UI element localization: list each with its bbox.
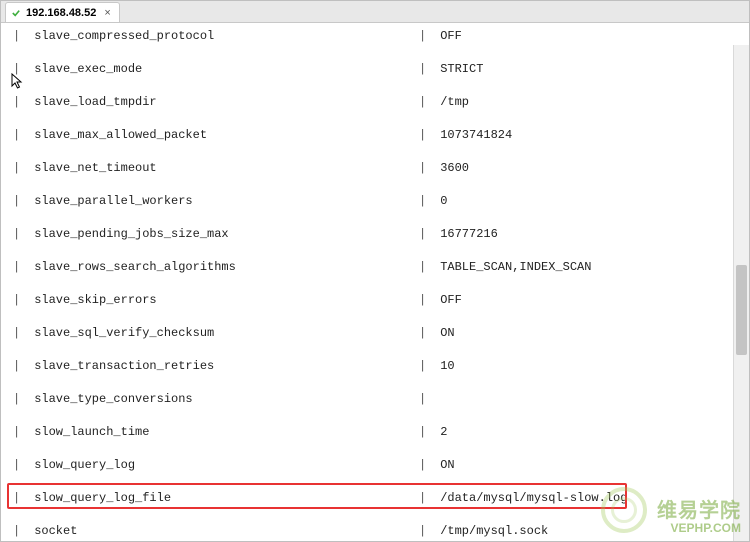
variable-value: 2 <box>433 425 729 439</box>
row-pipe-mid: | <box>419 458 433 472</box>
row-pipe-left: | <box>13 293 27 307</box>
row-pipe-left: | <box>13 260 27 274</box>
variable-row: | slave_compressed_protocol| OFF <box>13 29 729 62</box>
variable-name: slave_parallel_workers <box>27 194 419 208</box>
row-pipe-left: | <box>13 425 27 439</box>
row-pipe-left: | <box>13 227 27 241</box>
row-pipe-left: | <box>13 29 27 43</box>
variable-value: 1073741824 <box>433 128 729 142</box>
row-pipe-left: | <box>13 161 27 175</box>
row-pipe-mid: | <box>419 260 433 274</box>
variable-value: 3600 <box>433 161 729 175</box>
row-pipe-mid: | <box>419 128 433 142</box>
variable-value: 10 <box>433 359 729 373</box>
variable-row: | slave_net_timeout| 3600 <box>13 161 729 194</box>
tab-active[interactable]: 192.168.48.52 × <box>5 2 120 22</box>
variable-value: ON <box>433 458 729 472</box>
variable-name: slow_query_log_file <box>27 491 419 505</box>
variable-name: slave_compressed_protocol <box>27 29 419 43</box>
row-pipe-mid: | <box>419 491 433 505</box>
row-pipe-left: | <box>13 491 27 505</box>
vertical-scrollbar[interactable] <box>733 45 749 541</box>
variable-name: slave_transaction_retries <box>27 359 419 373</box>
row-pipe-left: | <box>13 95 27 109</box>
scrollbar-thumb[interactable] <box>736 265 747 355</box>
variable-name: slave_sql_verify_checksum <box>27 326 419 340</box>
variable-value: OFF <box>433 29 729 43</box>
variable-value: /tmp/mysql.sock <box>433 524 729 538</box>
variable-value: /data/mysql/mysql-slow.log <box>433 491 729 505</box>
variable-row: | slave_pending_jobs_size_max| 16777216 <box>13 227 729 260</box>
variable-row: | slave_skip_errors| OFF <box>13 293 729 326</box>
terminal-content: | slave_compressed_protocol| OFF| slave_… <box>1 23 749 541</box>
variable-row: | slave_parallel_workers| 0 <box>13 194 729 227</box>
connection-ok-icon <box>12 9 20 17</box>
tab-title: 192.168.48.52 <box>26 7 96 19</box>
variable-value: /tmp <box>433 95 729 109</box>
variable-name: slave_load_tmpdir <box>27 95 419 109</box>
variable-name: slave_rows_search_algorithms <box>27 260 419 274</box>
row-pipe-mid: | <box>419 227 433 241</box>
row-pipe-mid: | <box>419 161 433 175</box>
row-pipe-mid: | <box>419 194 433 208</box>
row-pipe-left: | <box>13 128 27 142</box>
variable-row: | slave_rows_search_algorithms| TABLE_SC… <box>13 260 729 293</box>
variable-value: ON <box>433 326 729 340</box>
row-pipe-left: | <box>13 359 27 373</box>
variable-name: slow_launch_time <box>27 425 419 439</box>
variable-value: 0 <box>433 194 729 208</box>
variable-value: OFF <box>433 293 729 307</box>
variable-value: TABLE_SCAN,INDEX_SCAN <box>433 260 729 274</box>
row-pipe-mid: | <box>419 359 433 373</box>
row-pipe-mid: | <box>419 62 433 76</box>
row-pipe-mid: | <box>419 95 433 109</box>
variable-row: | slow_query_log| ON <box>13 458 729 491</box>
row-pipe-left: | <box>13 524 27 538</box>
row-pipe-mid: | <box>419 29 433 43</box>
row-pipe-left: | <box>13 392 27 406</box>
row-pipe-left: | <box>13 62 27 76</box>
row-pipe-left: | <box>13 326 27 340</box>
tab-bar: 192.168.48.52 × <box>1 1 749 23</box>
variable-row: | slave_transaction_retries| 10 <box>13 359 729 392</box>
tab-close-button[interactable]: × <box>102 7 112 19</box>
variable-value: STRICT <box>433 62 729 76</box>
variable-name: slave_net_timeout <box>27 161 419 175</box>
terminal-window: 192.168.48.52 × | slave_compressed_proto… <box>0 0 750 542</box>
variable-row: | slave_exec_mode| STRICT <box>13 62 729 95</box>
row-pipe-mid: | <box>419 524 433 538</box>
row-pipe-left: | <box>13 194 27 208</box>
row-pipe-mid: | <box>419 326 433 340</box>
variable-row: | socket| /tmp/mysql.sock <box>13 524 729 541</box>
row-pipe-mid: | <box>419 425 433 439</box>
variable-row: | slave_max_allowed_packet| 1073741824 <box>13 128 729 161</box>
variable-name: slave_exec_mode <box>27 62 419 76</box>
variable-row: | slave_type_conversions| <box>13 392 729 425</box>
variable-value <box>433 392 729 406</box>
row-pipe-left: | <box>13 458 27 472</box>
variable-row: | slave_load_tmpdir| /tmp <box>13 95 729 128</box>
variable-value: 16777216 <box>433 227 729 241</box>
variable-name: slave_skip_errors <box>27 293 419 307</box>
variable-row: | slave_sql_verify_checksum| ON <box>13 326 729 359</box>
variable-name: slow_query_log <box>27 458 419 472</box>
row-pipe-mid: | <box>419 293 433 307</box>
row-pipe-mid: | <box>419 392 433 406</box>
variable-name: socket <box>27 524 419 538</box>
variable-row: | slow_launch_time| 2 <box>13 425 729 458</box>
variable-name: slave_pending_jobs_size_max <box>27 227 419 241</box>
variable-name: slave_type_conversions <box>27 392 419 406</box>
variable-row: | slow_query_log_file| /data/mysql/mysql… <box>13 491 729 524</box>
variable-name: slave_max_allowed_packet <box>27 128 419 142</box>
